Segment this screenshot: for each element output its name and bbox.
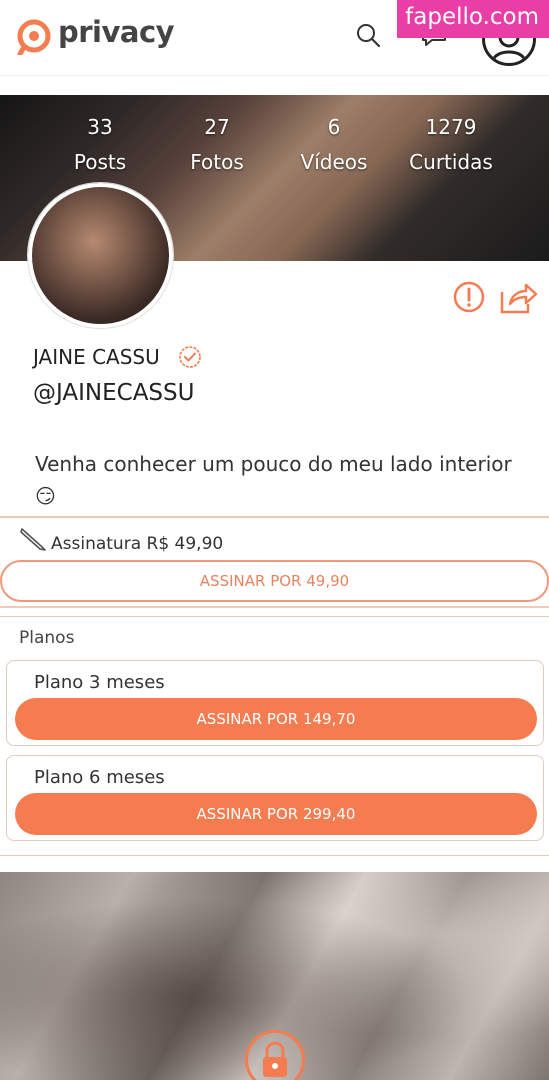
profile-stats: 33 Posts 27 Fotos 6 Vídeos 1279 Curtidas xyxy=(0,110,549,180)
plans-title: Planos xyxy=(19,628,75,648)
stat-number: 33 xyxy=(87,115,113,139)
subscription-price-label: Assinatura R$ 49,90 xyxy=(51,534,224,554)
brand-name[interactable]: privacy xyxy=(58,15,175,49)
share-icon[interactable] xyxy=(498,280,538,316)
divider xyxy=(0,516,549,518)
profile-photo[interactable] xyxy=(28,183,173,328)
stat-number: 27 xyxy=(204,115,230,139)
profile-bio: Venha conhecer um pouco do meu lado inte… xyxy=(35,452,512,508)
plan-name: Plano 6 meses xyxy=(34,767,165,788)
plan-card: Plano 3 meses ASSINAR POR 149,70 xyxy=(6,660,544,746)
stat-label: Posts xyxy=(73,150,127,174)
stat-likes[interactable]: 1279 Curtidas xyxy=(405,110,497,180)
verified-badge-icon xyxy=(179,346,201,368)
divider xyxy=(0,616,549,617)
stat-label: Vídeos xyxy=(300,150,368,174)
plan-subscribe-button[interactable]: ASSINAR POR 149,70 xyxy=(15,698,537,740)
lock-icon[interactable] xyxy=(245,1030,305,1080)
privacy-logo-icon[interactable] xyxy=(16,19,52,55)
stat-number: 6 xyxy=(327,115,341,139)
top-header: privacy fapello.com xyxy=(0,0,549,76)
stat-label: Fotos xyxy=(190,150,244,174)
stat-photos[interactable]: 27 Fotos xyxy=(180,110,254,180)
plan-subscribe-button[interactable]: ASSINAR POR 299,40 xyxy=(15,793,537,835)
watermark: fapello.com xyxy=(397,0,549,38)
stat-label: Curtidas xyxy=(409,150,493,174)
stat-videos[interactable]: 6 Vídeos xyxy=(293,110,375,180)
pencil-icon xyxy=(20,528,46,551)
plan-card: Plano 6 meses ASSINAR POR 299,40 xyxy=(6,755,544,841)
profile-name: JAINE CASSU xyxy=(33,345,160,369)
search-icon[interactable] xyxy=(355,22,381,48)
stat-posts[interactable]: 33 Posts xyxy=(62,110,138,180)
profile-handle: @JAINECASSU xyxy=(33,380,195,406)
stat-number: 1279 xyxy=(425,115,477,139)
divider xyxy=(0,606,549,608)
alert-icon[interactable] xyxy=(452,280,486,314)
divider xyxy=(0,855,549,856)
subscribe-button[interactable]: ASSINAR POR 49,90 xyxy=(0,560,549,602)
plan-name: Plano 3 meses xyxy=(34,672,165,693)
